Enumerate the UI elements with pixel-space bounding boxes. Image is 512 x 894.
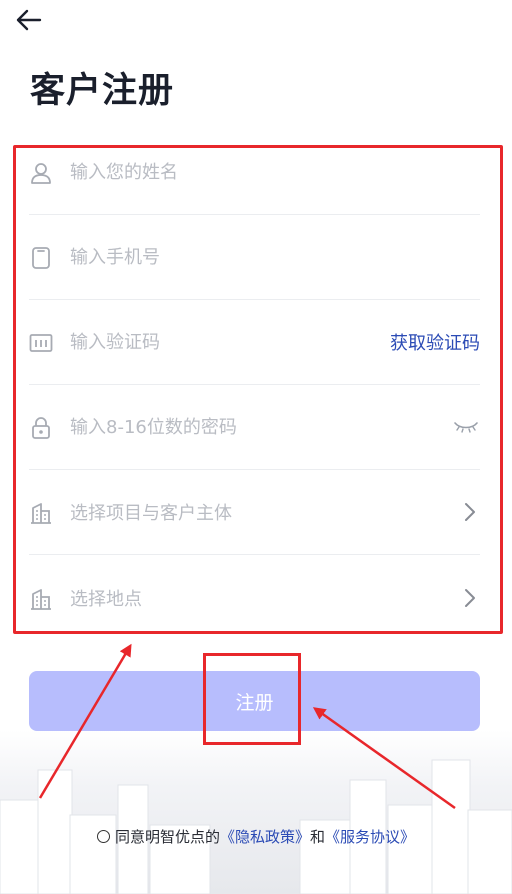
agree-radio[interactable]	[96, 830, 110, 843]
city-background	[0, 730, 512, 894]
register-button[interactable]: 注册	[29, 671, 480, 731]
code-input[interactable]	[70, 327, 390, 357]
phone-input[interactable]	[70, 242, 480, 272]
agreement-text: 同意明智优点的	[114, 828, 220, 846]
lock-icon	[29, 416, 53, 440]
phone-icon	[29, 246, 53, 270]
password-row	[29, 385, 480, 470]
building-icon	[29, 501, 53, 525]
chevron-right-icon	[460, 500, 480, 524]
password-input[interactable]	[70, 412, 452, 442]
chevron-right-icon	[460, 586, 480, 610]
registration-form: 获取验证码 选择项目与客户主体	[29, 130, 480, 640]
name-input[interactable]	[70, 157, 480, 187]
eye-closed-icon[interactable]	[452, 419, 480, 435]
service-agreement-link[interactable]: 《服务协议》	[325, 826, 415, 847]
location-select[interactable]: 选择地点	[70, 585, 460, 611]
privacy-policy-link[interactable]: 《隐私政策》	[220, 826, 310, 847]
barcode-icon	[29, 331, 53, 355]
agreement-conjunction: 和	[310, 828, 326, 846]
location-row[interactable]: 选择地点	[29, 555, 480, 640]
agreement-row: 同意明智优点的 《隐私政策》 和 《服务协议》	[0, 826, 512, 847]
project-select[interactable]: 选择项目与客户主体	[70, 499, 460, 525]
code-row: 获取验证码	[29, 300, 480, 385]
back-button[interactable]	[10, 4, 46, 36]
arrow-left-icon	[16, 9, 42, 31]
name-row	[29, 130, 480, 215]
project-row[interactable]: 选择项目与客户主体	[29, 470, 480, 555]
user-icon	[29, 161, 53, 185]
building-icon	[29, 587, 53, 611]
page-title: 客户注册	[30, 71, 175, 111]
phone-row	[29, 215, 480, 300]
get-code-button[interactable]: 获取验证码	[390, 329, 480, 355]
